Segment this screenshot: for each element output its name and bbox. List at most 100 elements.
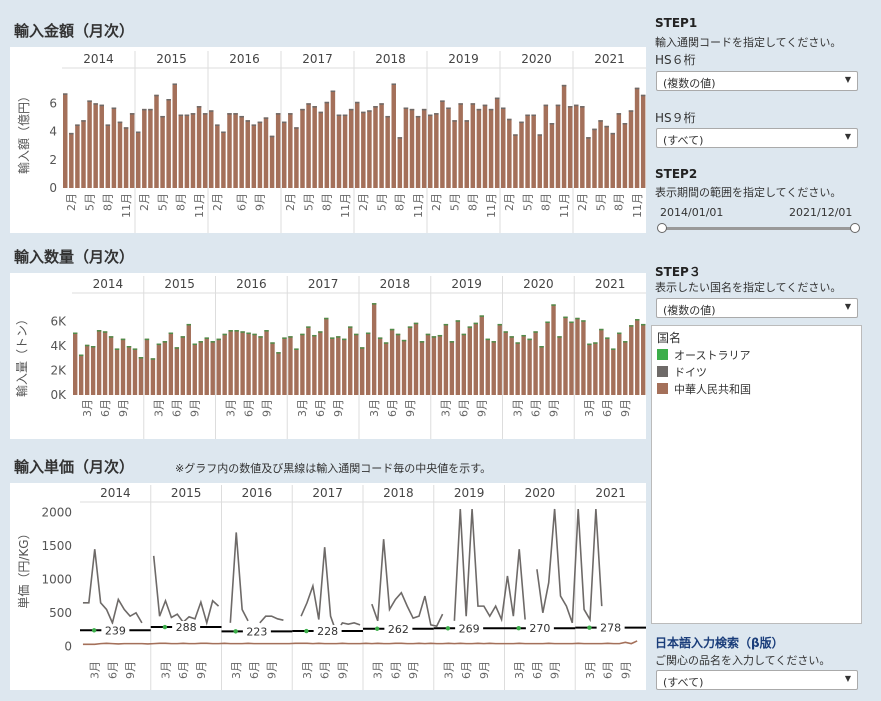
amount-bar	[202, 113, 208, 188]
x-tick-label: 3月	[81, 399, 94, 417]
x-tick-label: 11月	[558, 193, 571, 218]
amount-bar	[622, 123, 628, 188]
x-tick-group: 5月	[83, 193, 96, 211]
amount-bar-top	[136, 131, 141, 133]
legend-title: 国名	[657, 331, 682, 345]
amount-bar-top	[312, 106, 317, 108]
price-chart[interactable]: 2014 2015 2016 2017 2018 2019 2020 2021 0 500 1000…	[10, 483, 646, 701]
amount-bar	[227, 113, 232, 188]
quantity-bar-top	[168, 332, 174, 335]
amount-bar-top	[367, 110, 372, 112]
amount-bar	[555, 104, 561, 188]
amount-bar-top	[263, 117, 269, 119]
amount-bar	[525, 114, 530, 188]
y-tick-label: 4K	[50, 339, 67, 353]
amount-chart[interactable]: 2014 2015 2016 2017 2018 2019 2020 2021 0 2 4 6 輸入額（…	[10, 47, 646, 236]
quantity-chart[interactable]: 2014 2015 2016 2017 2018 2019 2020 2021 0K 2K 4K 6K…	[10, 273, 646, 443]
x-tick-label: 9月	[549, 661, 562, 679]
amount-bar-top	[610, 132, 615, 135]
x-tick-label: 3月	[584, 661, 597, 679]
quantity-bar	[413, 322, 419, 395]
legend-item-australia[interactable]: オーストラリア	[657, 347, 750, 363]
x-tick-group: 9月	[189, 399, 202, 417]
quantity-bar-top	[587, 343, 592, 346]
amount-bar-top	[160, 115, 165, 118]
hs6-dropdown[interactable]: (複数の値) ▼	[656, 71, 858, 91]
x-tick-group: 6月	[602, 661, 615, 679]
x-tick-group: 3月	[159, 661, 172, 679]
quantity-bar	[557, 336, 562, 395]
quantity-bar-top	[449, 341, 455, 343]
amount-bar-top	[63, 93, 68, 95]
quantity-bar	[114, 348, 120, 395]
amount-bar	[105, 124, 111, 188]
amount-bar-top	[257, 121, 263, 124]
y-tick-label: 2K	[50, 364, 67, 378]
legend-item-germany[interactable]: ドイツ	[657, 364, 707, 380]
x-tick-label: 9月	[254, 193, 267, 211]
x-tick-label: 3月	[368, 399, 381, 417]
amount-bar	[367, 110, 372, 188]
amount-bar-top	[75, 124, 80, 126]
legend-item-china[interactable]: 中華人民共和国	[657, 381, 751, 397]
hs9-dropdown[interactable]: (すべて) ▼	[656, 128, 858, 148]
amount-bar-top	[288, 113, 293, 115]
y-tick-label: 0	[64, 639, 72, 653]
x-tick-group: 3月	[230, 661, 243, 679]
y-axis-label-group: 単価（円/KG）	[17, 527, 31, 608]
x-tick-group: 6月	[319, 661, 332, 679]
amount-bar-top	[379, 103, 384, 105]
date-slider-end-handle[interactable]	[850, 223, 860, 233]
x-tick-label: 2月	[284, 193, 297, 211]
amount-bar	[172, 83, 177, 188]
x-tick-label: 9月	[189, 399, 202, 417]
search-dropdown[interactable]: (すべて) ▼	[656, 670, 858, 690]
quantity-bar	[108, 336, 114, 395]
x-tick-group: 6月	[531, 661, 544, 679]
x-tick-label: 6月	[171, 399, 184, 417]
quantity-bar	[599, 328, 604, 395]
quantity-bar-top	[210, 341, 215, 343]
amount-bar-top	[196, 106, 202, 108]
quantity-bar-top	[234, 330, 239, 332]
amount-bar	[640, 94, 646, 188]
quantity-bar	[312, 334, 317, 395]
country-dropdown[interactable]: (複数の値) ▼	[656, 298, 858, 318]
quantity-bar-top	[73, 332, 78, 335]
amount-bar	[397, 137, 403, 188]
amount-bar-top	[592, 128, 597, 131]
date-slider-start-handle[interactable]	[657, 223, 667, 233]
x-tick-label: 3月	[372, 661, 385, 679]
quantity-bar-top	[509, 336, 514, 338]
date-slider-track[interactable]	[662, 227, 854, 230]
x-tick-label: 9月	[476, 399, 489, 417]
x-tick-group: 5月	[594, 193, 607, 211]
year-header: 2016	[242, 486, 273, 500]
x-tick-group: 3月	[442, 661, 455, 679]
amount-bar-top	[221, 131, 226, 133]
y-tick-label: 0K	[50, 388, 67, 402]
dropdown-arrow-icon: ▼	[844, 674, 851, 683]
x-tick-group: 9月	[478, 661, 491, 679]
x-tick-label: 5月	[156, 193, 169, 211]
date-from: 2014/01/01	[660, 206, 724, 219]
x-tick-label: 6月	[177, 661, 190, 679]
amount-bar	[215, 124, 220, 188]
amount-bar-top	[178, 114, 184, 117]
amount-bar-top	[452, 120, 457, 122]
quantity-bar-top	[401, 339, 407, 342]
y-tick-label: 6K	[50, 315, 67, 329]
x-tick-group: 9月	[407, 661, 420, 679]
x-tick-label: 11月	[631, 193, 644, 218]
amount-bar-top	[507, 118, 512, 121]
amount-bar-top	[233, 113, 238, 115]
quantity-bar-top	[551, 304, 556, 306]
quantity-bar	[587, 343, 592, 395]
y-tick-label: 4	[49, 125, 57, 139]
amount-bar	[513, 134, 518, 188]
quantity-bar	[336, 336, 341, 395]
quantity-bar-top	[150, 358, 156, 360]
x-tick-label: 6月	[319, 661, 332, 679]
amount-bar	[543, 104, 549, 188]
quantity-bar-top	[479, 315, 484, 317]
